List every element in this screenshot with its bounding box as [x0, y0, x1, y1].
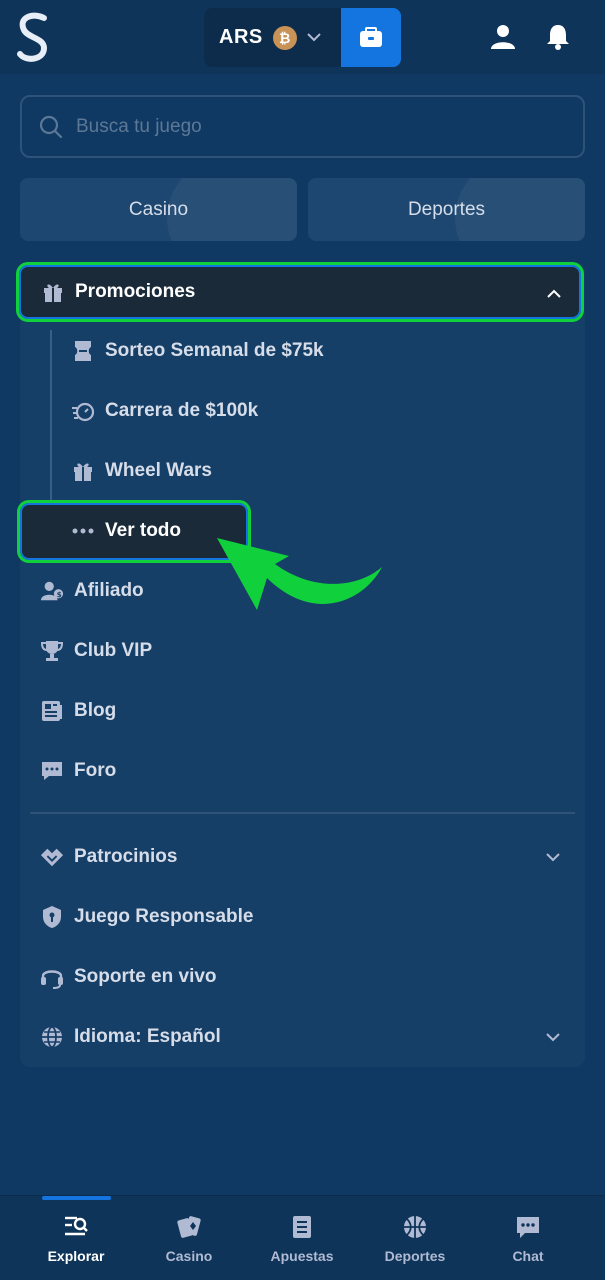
forum-icon [40, 759, 64, 783]
nav-explore[interactable]: Explorar [21, 1214, 131, 1274]
promo-weekly-raffle[interactable]: Sorteo Semanal de $75k [71, 329, 324, 373]
menu-item-affiliate[interactable]: $ Afiliado [40, 569, 144, 613]
gift-icon [71, 459, 95, 483]
menu-divider [30, 812, 575, 814]
nav-chat[interactable]: Chat [473, 1214, 583, 1274]
nav-bets[interactable]: Apuestas [247, 1214, 357, 1274]
shield-icon [40, 905, 64, 929]
cards-icon [177, 1216, 201, 1238]
menu-item-responsible-gaming[interactable]: Juego Responsable [40, 895, 254, 939]
bottom-navigation: Explorar Casino Apuestas Deportes Chat [0, 1195, 605, 1280]
currency-selector[interactable]: ARS ₿ [204, 8, 341, 67]
promo-view-all[interactable]: Ver todo [71, 509, 181, 553]
race-icon [71, 399, 95, 423]
user-icon[interactable] [488, 22, 518, 52]
promo-wheel-wars[interactable]: Wheel Wars [71, 449, 212, 493]
menu-item-sponsorships[interactable]: Patrocinios [40, 835, 570, 879]
menu-item-sponsorships-label: Patrocinios [74, 846, 178, 867]
casino-tab-label: Casino [128, 198, 189, 220]
active-tab-indicator [42, 1196, 111, 1200]
dots-icon [71, 519, 95, 543]
nav-casino-label: Casino [165, 1248, 213, 1264]
newspaper-icon [40, 699, 64, 723]
chevron-down-icon [546, 853, 560, 862]
nav-casino[interactable]: Casino [134, 1214, 244, 1274]
globe-icon [40, 1025, 64, 1049]
promo-wheel-wars-label: Wheel Wars [105, 460, 212, 481]
green-arrow-annotation [217, 538, 382, 610]
menu-item-responsible-gaming-label: Juego Responsable [74, 906, 254, 927]
promo-weekly-raffle-label: Sorteo Semanal de $75k [105, 340, 324, 361]
menu-item-language[interactable]: Idioma: Español [40, 1015, 570, 1059]
promo-race-label: Carrera de $100k [105, 400, 259, 421]
chevron-down-icon [546, 1033, 560, 1042]
chevron-up-icon[interactable] [545, 285, 563, 303]
bitcoin-icon: ₿ [272, 25, 297, 50]
top-bar: ARS ₿ [0, 0, 605, 74]
wallet-button[interactable] [341, 8, 401, 67]
trophy-icon [40, 639, 64, 663]
nav-explore-label: Explorar [47, 1248, 105, 1264]
nav-sports-label: Deportes [384, 1248, 446, 1264]
ticket-icon [71, 339, 95, 363]
betslip-icon [293, 1216, 311, 1238]
menu-item-vip-label: Club VIP [74, 640, 153, 661]
menu-item-language-label: Idioma: Español [74, 1026, 221, 1047]
nav-sports[interactable]: Deportes [360, 1214, 470, 1274]
menu-item-affiliate-label: Afiliado [74, 580, 144, 601]
nav-chat-label: Chat [512, 1248, 544, 1264]
menu-item-forum-label: Foro [74, 760, 117, 781]
menu-item-blog[interactable]: Blog [40, 689, 116, 733]
gift-icon [44, 284, 62, 302]
svg-text:$: $ [57, 590, 62, 599]
bell-icon[interactable] [543, 22, 573, 52]
chevron-down-icon [307, 33, 321, 42]
stake-logo-icon[interactable] [14, 10, 54, 66]
explore-icon [65, 1216, 88, 1236]
search-box[interactable] [20, 95, 585, 158]
promotions-header[interactable]: Promociones [16, 262, 584, 322]
affiliate-icon: $ [40, 579, 64, 603]
promo-race[interactable]: Carrera de $100k [71, 389, 258, 433]
menu-item-forum[interactable]: Foro [40, 749, 116, 793]
search-input[interactable] [76, 115, 536, 138]
headset-icon [40, 965, 64, 989]
promotions-label: Promociones [75, 281, 196, 302]
nav-bets-label: Apuestas [270, 1248, 334, 1264]
sports-tab-label: Deportes [407, 198, 486, 220]
chat-icon [517, 1217, 539, 1238]
currency-code: ARS [219, 26, 263, 48]
basketball-icon [404, 1216, 426, 1238]
wallet-icon [360, 26, 382, 47]
handshake-icon [40, 845, 64, 869]
sports-tab-button[interactable]: Deportes [308, 178, 585, 241]
casino-tab-button[interactable]: Casino [20, 178, 297, 241]
menu-item-vip[interactable]: Club VIP [40, 629, 152, 673]
menu-item-live-support[interactable]: Soporte en vivo [40, 955, 217, 999]
search-icon [39, 115, 63, 138]
menu-item-live-support-label: Soporte en vivo [74, 966, 217, 987]
menu-item-blog-label: Blog [74, 700, 117, 721]
promo-view-all-label: Ver todo [105, 520, 182, 541]
